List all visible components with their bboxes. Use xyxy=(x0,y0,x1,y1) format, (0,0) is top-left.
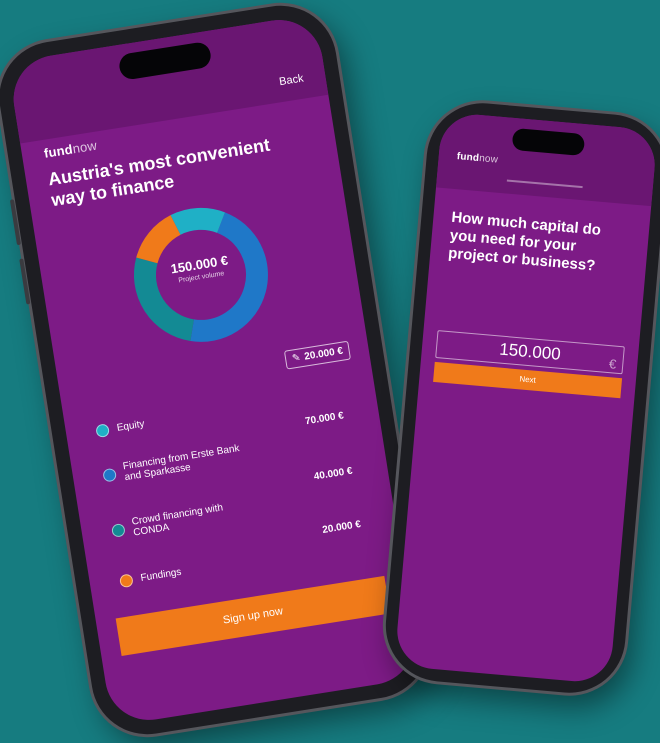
legend-dot xyxy=(110,522,126,538)
left-phone: Back fundnow Austria's most convenient w… xyxy=(0,0,437,743)
brand-logo: fundnow xyxy=(42,137,98,161)
right-phone: fundnow How much capital do you need for… xyxy=(381,98,660,698)
left-screen: Back fundnow Austria's most convenient w… xyxy=(7,13,421,727)
edit-amount-value: 20.000 € xyxy=(303,345,344,363)
edit-amount-box[interactable]: ✎ 20.000 € xyxy=(283,340,352,370)
legend-item-crowd: Crowd financing with CONDA xyxy=(110,500,242,542)
question-title: How much capital do you need for your pr… xyxy=(447,208,602,275)
capital-input-value: 150.000 xyxy=(498,339,562,364)
legend-label: Financing from Erste Bank and Sparkasse xyxy=(122,443,241,484)
legend-dot xyxy=(118,573,134,589)
right-screen: fundnow How much capital do you need for… xyxy=(394,111,658,685)
legend-label: Fundings xyxy=(139,566,183,584)
legend-label: Equity xyxy=(116,418,146,434)
side-button xyxy=(19,258,31,305)
currency-symbol: € xyxy=(608,356,617,372)
legend-amount-fundings: 20.000 € xyxy=(321,518,362,536)
sign-up-button[interactable]: Sign up now xyxy=(115,575,391,656)
legend-item-bank: Financing from Erste Bank and Sparkasse xyxy=(101,441,253,486)
donut-segment-3 xyxy=(170,207,225,235)
legend-item-equity: Equity xyxy=(95,418,146,439)
edit-icon: ✎ xyxy=(291,352,302,365)
donut-chart: 150.000 € Project volume xyxy=(121,195,281,355)
side-button xyxy=(9,199,22,246)
legend-amount-crowd: 40.000 € xyxy=(313,465,354,483)
legend-item-fundings: Fundings xyxy=(118,566,183,589)
legend-amount-bank: 70.000 € xyxy=(304,410,345,428)
legend-label: Crowd financing with CONDA xyxy=(130,502,224,539)
donut-segment-2 xyxy=(136,215,182,264)
legend-dot xyxy=(95,423,111,439)
legend-dot xyxy=(102,467,118,483)
